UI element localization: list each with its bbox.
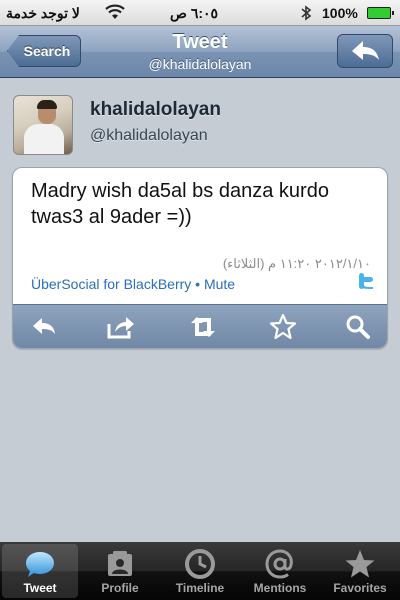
reply-button[interactable]: [337, 34, 393, 68]
mute-link[interactable]: Mute: [204, 276, 235, 292]
navigation-bar: Search Tweet @khalidalolayan: [0, 26, 400, 78]
battery-icon: [367, 7, 394, 19]
clock-time: ٦:٠٥ ص: [170, 5, 219, 21]
tab-label-tweet: Tweet: [23, 581, 57, 595]
tab-timeline[interactable]: Timeline: [162, 544, 238, 598]
share-icon[interactable]: [106, 313, 136, 341]
tweet-text: Madry wish da5al bs danza kurdo twas3 al…: [31, 180, 329, 228]
reply-icon[interactable]: [29, 313, 59, 341]
tab-label-mentions: Mentions: [253, 581, 307, 595]
battery-percent: 100%: [322, 5, 358, 21]
search-back-button[interactable]: Search: [7, 35, 81, 67]
profile-header[interactable]: khalidalolayan @khalidalolayan: [13, 95, 393, 155]
tab-profile[interactable]: Profile: [82, 544, 158, 598]
tweet-timestamp: ٢٠١٢/١/١٠ ١١:٢٠ م (الثلاثاء): [222, 256, 371, 271]
tab-bar: Tweet Profile Timeline Mentions Favorite…: [0, 542, 400, 600]
tweet-source-line: ÜberSocial for BlackBerry • Mute: [31, 276, 235, 292]
retweet-icon[interactable]: [188, 313, 218, 341]
search-icon[interactable]: [343, 313, 373, 341]
tab-label-profile: Profile: [101, 581, 139, 595]
wifi-icon: [104, 3, 126, 26]
at-icon: [265, 549, 293, 579]
status-bar: لا توجد خدمة ٦:٠٥ ص 100%: [0, 0, 400, 26]
page-title: Tweet: [172, 31, 228, 53]
tab-label-favorites: Favorites: [333, 581, 387, 595]
star-icon[interactable]: [268, 313, 298, 341]
profile-name: khalidalolayan: [90, 99, 221, 120]
tab-label-timeline: Timeline: [175, 581, 225, 595]
page-subtitle: @khalidalolayan: [148, 56, 252, 72]
profile-handle: @khalidalolayan: [90, 127, 208, 144]
source-link[interactable]: ÜberSocial for BlackBerry: [31, 276, 191, 292]
tweet-card: Madry wish da5al bs danza kurdo twas3 al…: [12, 167, 388, 349]
avatar[interactable]: [13, 95, 73, 155]
profile-card-icon: [108, 551, 132, 576]
bluetooth-icon: [300, 4, 312, 27]
source-separator: •: [191, 276, 204, 292]
clock-icon: [185, 549, 215, 579]
speech-bubble-icon: [26, 552, 54, 577]
twitter-bird-icon: [357, 272, 377, 295]
tweet-action-toolbar: [13, 304, 387, 348]
tab-mentions[interactable]: Mentions: [242, 544, 318, 598]
tab-tweet[interactable]: Tweet: [2, 544, 78, 598]
reply-arrow-icon: [352, 41, 379, 60]
star-icon: [345, 550, 375, 578]
tab-favorites[interactable]: Favorites: [322, 544, 398, 598]
carrier-label: لا توجد خدمة: [6, 5, 80, 21]
